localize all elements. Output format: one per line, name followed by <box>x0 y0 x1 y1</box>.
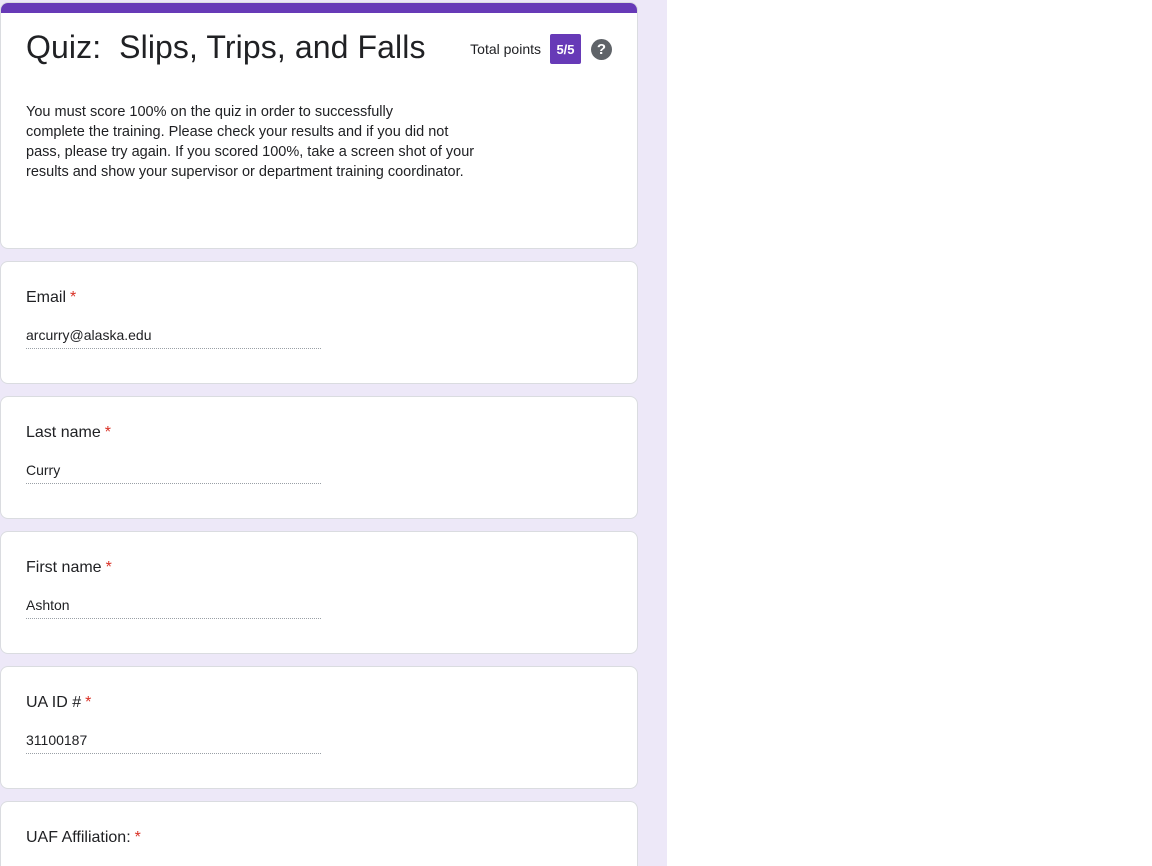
question-label: UA ID # <box>26 694 82 711</box>
email-answer: arcurry@alaska.edu <box>26 326 321 349</box>
question-card-last-name: Last name * Curry <box>0 396 638 519</box>
header-accent-bar <box>1 3 637 13</box>
question-title: UAF Affiliation: * <box>26 827 141 849</box>
question-card-email: Email * arcurry@alaska.edu <box>0 261 638 384</box>
required-asterisk: * <box>104 424 111 441</box>
question-card-uaf-affiliation: UAF Affiliation: * <box>0 801 638 866</box>
required-asterisk: * <box>70 289 77 306</box>
question-label: UAF Affiliation: <box>26 829 131 846</box>
form-title: Quiz: Slips, Trips, and Falls <box>26 29 426 65</box>
first-name-answer: Ashton <box>26 596 321 619</box>
total-points-label: Total points <box>470 41 541 57</box>
question-title: First name * <box>26 557 112 579</box>
question-label: First name <box>26 559 102 576</box>
required-asterisk: * <box>105 559 112 576</box>
last-name-answer: Curry <box>26 461 321 484</box>
question-label: Email <box>26 289 67 306</box>
form-description: You must score 100% on the quiz in order… <box>26 104 475 180</box>
question-card-ua-id: UA ID # * 31100187 <box>0 666 638 789</box>
question-label: Last name <box>26 424 101 441</box>
required-asterisk: * <box>134 829 141 846</box>
question-title: Email * <box>26 287 76 309</box>
question-title: Last name * <box>26 422 111 444</box>
question-title: UA ID # * <box>26 692 91 714</box>
ua-id-answer: 31100187 <box>26 731 321 754</box>
help-circle-icon[interactable]: ? <box>591 38 612 60</box>
total-points: Total points 5/5 ? <box>470 34 612 64</box>
score-badge: 5/5 <box>550 34 581 64</box>
question-card-first-name: First name * Ashton <box>0 531 638 654</box>
form-header-card: Quiz: Slips, Trips, and Falls Total poin… <box>0 2 638 249</box>
required-asterisk: * <box>85 694 92 711</box>
